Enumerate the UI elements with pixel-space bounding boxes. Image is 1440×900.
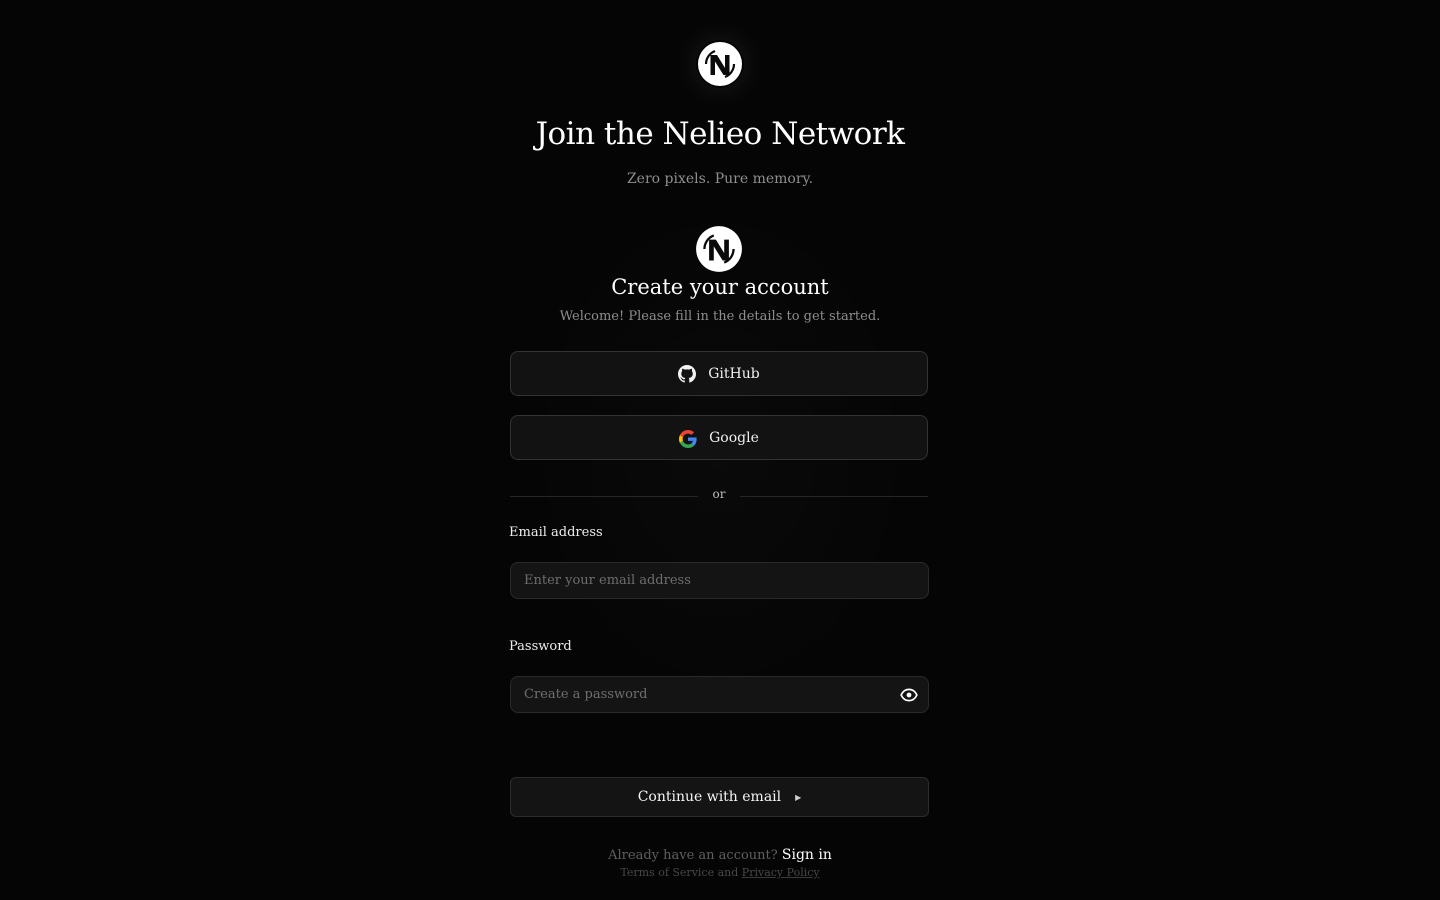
email-field[interactable]	[510, 562, 929, 599]
terms-of-service-link[interactable]: Terms of Service	[620, 866, 714, 879]
divider-line-right	[740, 496, 928, 497]
github-signin-button[interactable]: GitHub	[510, 351, 928, 396]
google-signin-button[interactable]: Google	[510, 415, 928, 460]
password-field[interactable]	[510, 676, 929, 713]
caret-right-icon: ▶	[795, 792, 802, 802]
github-icon	[678, 364, 697, 383]
privacy-policy-link[interactable]: Privacy Policy	[742, 866, 820, 879]
signin-prompt: Already have an account? Sign in	[0, 847, 1440, 863]
google-icon	[679, 429, 697, 448]
or-divider: or	[510, 487, 928, 505]
sign-in-link[interactable]: Sign in	[782, 847, 832, 863]
signup-page: Join the Nelieo Network Zero pixels. Pur…	[0, 0, 1440, 900]
github-button-label: GitHub	[708, 365, 760, 382]
nelieo-logo-icon	[694, 224, 744, 274]
page-subtitle: Zero pixels. Pure memory.	[626, 171, 814, 187]
eye-icon[interactable]	[900, 686, 918, 704]
legal-links: Terms of Service and Privacy Policy	[0, 866, 1440, 879]
signin-prompt-text: Already have an account?	[608, 848, 778, 863]
divider-text: or	[712, 487, 726, 501]
legal-and-text: and	[717, 866, 739, 879]
page-title: Join the Nelieo Network	[535, 116, 905, 152]
password-label: Password	[509, 639, 572, 654]
continue-button-label: Continue with email	[637, 789, 782, 805]
nelieo-logo-icon	[696, 40, 744, 88]
google-button-label: Google	[709, 429, 759, 446]
continue-with-email-button[interactable]: Continue with email ▶	[510, 777, 929, 817]
card-subtitle: Welcome! Please fill in the details to g…	[559, 309, 881, 324]
card-title: Create your account	[611, 275, 829, 299]
email-label: Email address	[509, 525, 603, 540]
